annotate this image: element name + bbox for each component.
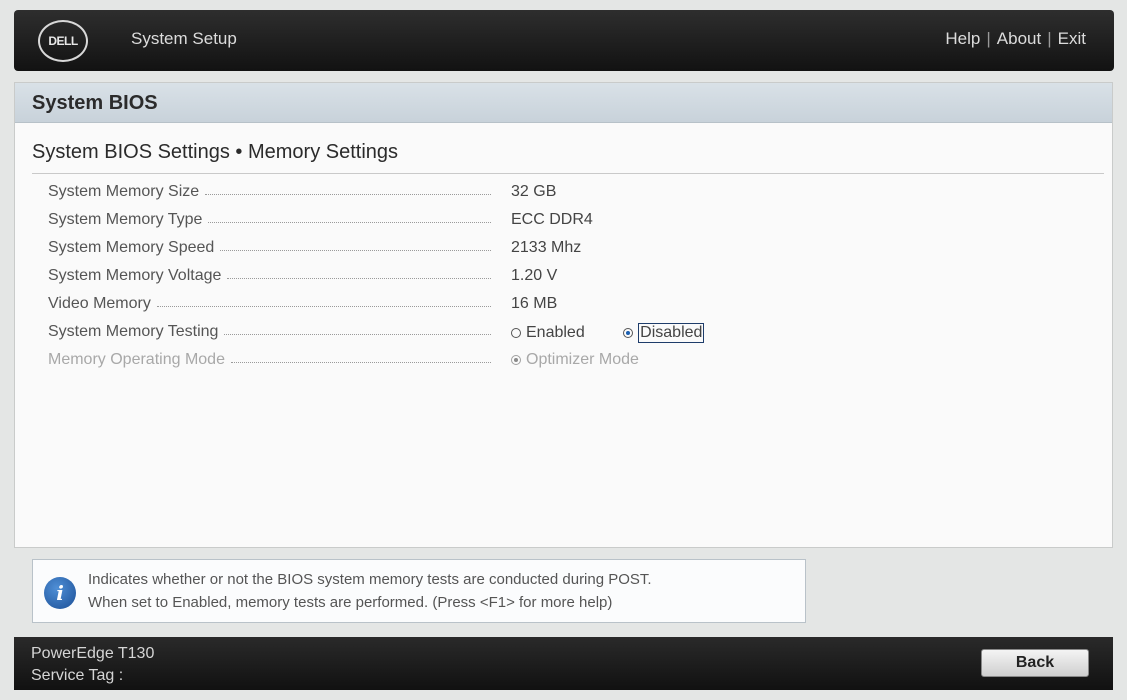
setting-row-memory-testing: System Memory Testing Enabled Disabled: [48, 323, 1088, 347]
dot-leader: [230, 361, 491, 363]
radio-label: Enabled: [526, 324, 585, 341]
setting-row-memory-voltage: System Memory Voltage 1.20 V: [48, 267, 1088, 291]
link-separator: |: [1047, 29, 1052, 48]
setting-row-memory-speed: System Memory Speed 2133 Mhz: [48, 239, 1088, 263]
setting-row-operating-mode: Memory Operating Mode Optimizer Mode: [48, 351, 1088, 375]
panel-title: System BIOS: [32, 92, 158, 114]
radio-label: Optimizer Mode: [526, 351, 639, 368]
radio-circle-icon: [511, 328, 521, 338]
dot-leader: [227, 277, 491, 279]
operating-mode-options: Optimizer Mode: [511, 351, 639, 370]
setting-value: 2133 Mhz: [511, 239, 582, 256]
radio-enabled[interactable]: Enabled: [511, 324, 585, 342]
service-tag-label: Service Tag :: [31, 667, 124, 684]
radio-optimizer-mode: Optimizer Mode: [511, 351, 639, 369]
dot-leader: [208, 221, 491, 223]
help-text-line: Indicates whether or not the BIOS system…: [88, 571, 652, 588]
help-text: Indicates whether or not the BIOS system…: [88, 568, 652, 614]
setting-label: Video Memory: [48, 295, 151, 312]
setting-label: System Memory Type: [48, 211, 203, 228]
setting-value: 16 MB: [511, 295, 558, 312]
exit-link[interactable]: Exit: [1058, 29, 1086, 48]
dot-leader: [156, 305, 491, 307]
dot-leader: [224, 333, 491, 335]
help-info-box: i Indicates whether or not the BIOS syst…: [32, 559, 806, 623]
radio-label: Disabled: [638, 323, 705, 343]
breadcrumb: System BIOS Settings • Memory Settings: [32, 141, 399, 163]
radio-selected-icon: [511, 355, 521, 365]
dot-leader: [205, 193, 491, 195]
help-text-line: When set to Enabled, memory tests are pe…: [88, 594, 613, 611]
setting-value: 1.20 V: [511, 267, 558, 284]
link-separator: |: [986, 29, 991, 48]
model-name: PowerEdge T130: [31, 645, 155, 662]
top-links: Help | About | Exit: [945, 29, 1086, 49]
dell-logo: DELL: [38, 20, 88, 62]
dot-leader: [220, 249, 491, 251]
setting-row-memory-type: System Memory Type ECC DDR4: [48, 211, 1088, 235]
app-title: System Setup: [131, 29, 237, 48]
setting-value: 32 GB: [511, 183, 557, 200]
system-info: PowerEdge T130 Service Tag :: [31, 643, 154, 687]
top-header: DELL System Setup Help | About | Exit: [14, 10, 1114, 71]
setting-label: System Memory Voltage: [48, 267, 222, 284]
settings-panel: System BIOS System BIOS Settings • Memor…: [14, 82, 1113, 548]
setting-row-video-memory: Video Memory 16 MB: [48, 295, 1088, 319]
logo-text: DELL: [48, 34, 78, 48]
radio-disabled[interactable]: Disabled: [623, 323, 705, 343]
setting-label: System Memory Size: [48, 183, 200, 200]
info-icon: i: [44, 577, 76, 609]
about-link[interactable]: About: [997, 29, 1041, 48]
footer-bar: PowerEdge T130 Service Tag : Back: [14, 637, 1113, 690]
back-button[interactable]: Back: [981, 649, 1089, 677]
setting-label: System Memory Speed: [48, 239, 215, 256]
radio-selected-icon: [623, 328, 634, 338]
setting-label: Memory Operating Mode: [48, 351, 225, 368]
setting-value: ECC DDR4: [511, 211, 593, 228]
setting-label: System Memory Testing: [48, 323, 219, 340]
panel-header: System BIOS: [15, 83, 1112, 123]
setting-row-memory-size: System Memory Size 32 GB: [48, 183, 1088, 207]
memory-testing-options: Enabled Disabled: [511, 323, 705, 343]
help-link[interactable]: Help: [945, 29, 980, 48]
breadcrumb-divider: [32, 173, 1104, 174]
